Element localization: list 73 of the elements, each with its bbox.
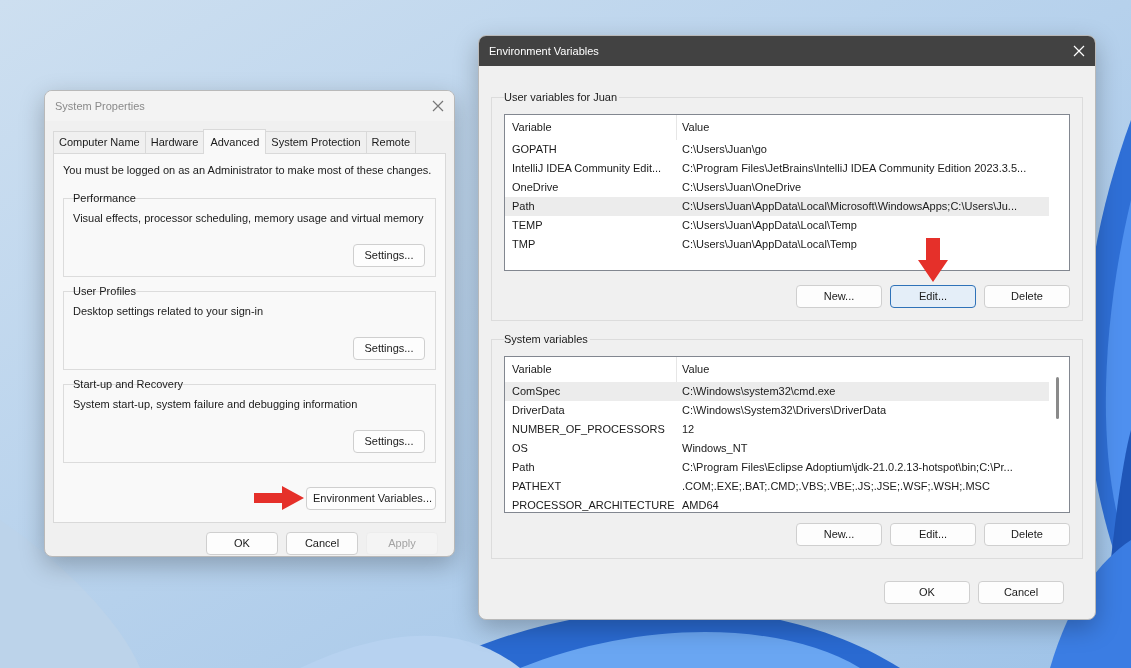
button[interactable]: Delete	[984, 285, 1070, 308]
variable-value: 12	[681, 422, 695, 438]
variable-name: GOPATH	[511, 142, 558, 158]
button[interactable]: Settings...	[353, 430, 425, 453]
column-header: Variable	[512, 362, 552, 378]
variable-name: ComSpec	[511, 384, 562, 400]
group-description: System start-up, system failure and debugging information	[73, 397, 359, 412]
variable-value: C:\Windows\system32\cmd.exe	[681, 384, 836, 400]
list-row[interactable]: TEMP C:\Users\Juan\AppData\Local\Temp	[505, 216, 1049, 235]
list-row[interactable]: OneDrive C:\Users\Juan\OneDrive	[505, 178, 1049, 197]
variable-name: OS	[511, 441, 529, 457]
list-row[interactable]: Path C:\Users\Juan\AppData\Local\Microsoft\WindowsApps;C:\Users\Ju...	[505, 197, 1049, 216]
list-row[interactable]: IntelliJ IDEA Community Edit... C:\Program Files\JetBrains\IntelliJ IDEA Community Edition 2023.3.5...	[505, 159, 1049, 178]
tab[interactable]: Remote	[365, 131, 417, 153]
button[interactable]: OK	[884, 581, 970, 604]
variable-name: TEMP	[511, 218, 544, 234]
column-header: Value	[681, 362, 710, 378]
list-row[interactable]: Path C:\Program Files\Eclipse Adoptium\jdk-21.0.2.13-hotspot\bin;C:\Pr...	[505, 458, 1049, 477]
variable-name: Path	[511, 460, 536, 476]
button[interactable]: New...	[796, 523, 882, 546]
variable-value: C:\Users\Juan\AppData\Local\Temp	[681, 218, 857, 234]
notice-text: You must be logged on as an Administrator to make most of these changes.	[63, 162, 433, 178]
list-row[interactable]: DriverData C:\Windows\System32\Drivers\DriverData	[505, 401, 1049, 420]
tab[interactable]: Computer Name	[53, 131, 146, 153]
button[interactable]: Settings...	[353, 337, 425, 360]
pointer-arrow	[254, 485, 304, 510]
button[interactable]: Settings...	[353, 244, 425, 267]
variable-value: C:\Users\Juan\go	[681, 142, 767, 158]
group-title: Start-up and Recovery	[73, 377, 185, 392]
list-row[interactable]: OS Windows_NT	[505, 439, 1049, 458]
variable-value: C:\Windows\System32\Drivers\DriverData	[681, 403, 887, 419]
tab[interactable]: Advanced	[203, 129, 267, 154]
button[interactable]: Edit...	[890, 523, 976, 546]
variable-value: C:\Program Files\Eclipse Adoptium\jdk-21.0.2.13-hotspot\bin;C:\Pr...	[681, 460, 1013, 476]
variable-name: IntelliJ IDEA Community Edit...	[511, 161, 663, 177]
list-row[interactable]: PATHEXT .COM;.EXE;.BAT;.CMD;.VBS;.VBE;.JS;.JSE;.WSF;.WSH;.MSC	[505, 477, 1049, 496]
list-row[interactable]: ComSpec C:\Windows\system32\cmd.exe	[505, 382, 1049, 401]
button[interactable]: Environment Variables...	[306, 486, 436, 510]
variable-value: .COM;.EXE;.BAT;.CMD;.VBS;.VBE;.JS;.JSE;.WSF;.WSH;.MSC	[681, 479, 990, 495]
window-title: System Properties	[55, 98, 145, 114]
column-header: Variable	[512, 120, 552, 136]
group-title: Performance	[73, 191, 137, 206]
list-row[interactable]: TMP C:\Users\Juan\AppData\Local\Temp	[505, 235, 1049, 254]
variable-name: NUMBER_OF_PROCESSORS	[511, 422, 666, 438]
button[interactable]: Edit...	[890, 285, 976, 308]
variable-value: C:\Program Files\JetBrains\IntelliJ IDEA Community Edition 2023.3.5...	[681, 161, 1027, 177]
variable-name: PROCESSOR_ARCHITECTURE	[511, 498, 676, 512]
variable-name: TMP	[511, 237, 537, 253]
group-description: Visual effects, processor scheduling, memory usage and virtual memory	[73, 211, 425, 226]
group-description: Desktop settings related to your sign-in	[73, 304, 265, 319]
variable-value: AMD64	[681, 498, 719, 512]
variable-name: DriverData	[511, 403, 566, 419]
button[interactable]: Cancel	[286, 531, 358, 555]
button[interactable]: Delete	[984, 523, 1070, 546]
column-header: Value	[681, 120, 710, 136]
group-title: System variables	[504, 332, 590, 347]
button[interactable]: Cancel	[978, 581, 1064, 604]
variable-name: OneDrive	[511, 180, 560, 196]
list-row[interactable]: GOPATH C:\Users\Juan\go	[505, 140, 1049, 159]
scrollbar-thumb[interactable]	[1056, 377, 1059, 419]
button[interactable]: OK	[206, 531, 278, 555]
variable-name: PATHEXT	[511, 479, 563, 495]
button[interactable]: New...	[796, 285, 882, 308]
variable-value: C:\Users\Juan\AppData\Local\Microsoft\WindowsApps;C:\Users\Ju...	[681, 199, 1017, 215]
variable-value: Windows_NT	[681, 441, 748, 457]
list-row[interactable]: PROCESSOR_ARCHITECTURE AMD64	[505, 496, 1049, 512]
pointer-arrow	[918, 238, 948, 282]
variable-value: C:\Users\Juan\OneDrive	[681, 180, 802, 196]
list-row[interactable]: NUMBER_OF_PROCESSORS 12	[505, 420, 1049, 439]
variable-name: Path	[511, 199, 536, 215]
window-title: Environment Variables	[489, 43, 599, 59]
variable-value: C:\Users\Juan\AppData\Local\Temp	[681, 237, 857, 253]
group-title: User Profiles	[73, 284, 137, 299]
